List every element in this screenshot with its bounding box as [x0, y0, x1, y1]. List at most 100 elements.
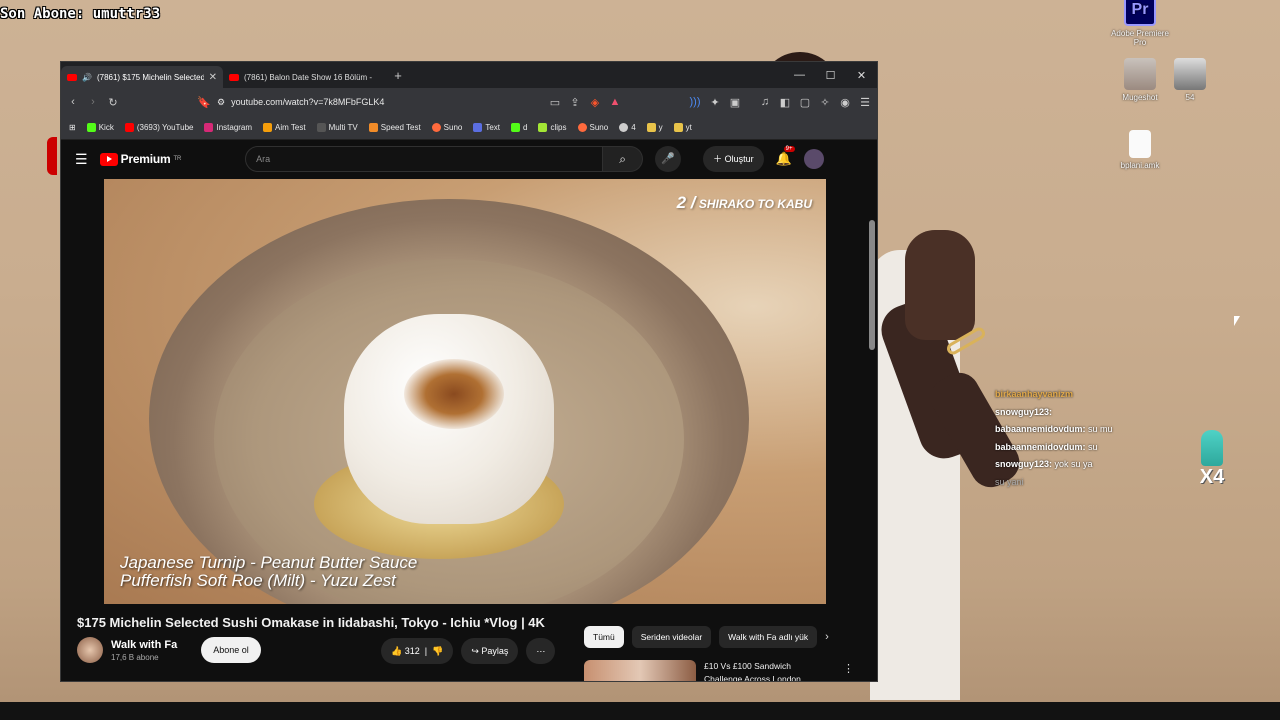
- nav-bar: ‹ › ↻ 🔖 ⚙ youtube.com/watch?v=7k8MFbFGLK…: [61, 88, 877, 116]
- bookmark-item[interactable]: (3693) YouTube: [124, 123, 193, 132]
- bookmark-item[interactable]: d: [511, 123, 527, 132]
- desktop-icon-bplani[interactable]: bplani.amk: [1110, 130, 1170, 170]
- youtube-play-logo-icon: [99, 152, 118, 166]
- minimize-icon[interactable]: —: [784, 69, 815, 82]
- cast-icon[interactable]: ▭: [549, 96, 561, 109]
- last-subscriber-overlay: Son Abone: umuttr33: [0, 6, 161, 22]
- chevron-right-icon[interactable]: ›: [825, 631, 829, 643]
- emote-figure-icon: [1201, 430, 1223, 466]
- speaker-icon: 🔊: [82, 72, 92, 82]
- bookmark-item[interactable]: Suno: [431, 123, 462, 132]
- background-window-edge: [47, 137, 57, 175]
- chip-all[interactable]: Tümü: [584, 626, 624, 648]
- video-subtitles: Japanese Turnip - Peanut Butter Sauce Pu…: [120, 553, 418, 590]
- back-icon[interactable]: ‹: [67, 96, 79, 108]
- maximize-icon[interactable]: ☐: [815, 69, 846, 82]
- subscribe-button[interactable]: Abone ol: [201, 637, 261, 663]
- notifications-bell-icon[interactable]: 🔔 9+: [776, 146, 795, 167]
- tab-label: (7861) $175 Michelin Selected: [96, 72, 204, 82]
- extensions-icon[interactable]: ✦: [709, 96, 721, 109]
- recommended-title[interactable]: £10 Vs £100 Sandwich Challenge Across Lo…: [704, 660, 824, 681]
- close-tab-icon[interactable]: ✕: [209, 72, 217, 83]
- scrollbar[interactable]: [869, 220, 875, 350]
- bookmark-item[interactable]: Multi TV: [316, 123, 358, 132]
- create-button[interactable]: ＋ Oluştur: [703, 146, 764, 172]
- bookmark-item[interactable]: 4: [619, 123, 636, 132]
- extension-icon[interactable]: ▣: [729, 96, 741, 109]
- audio-icon[interactable]: ))): [689, 96, 701, 108]
- youtube-header: ☰ Premium TR Ara ⌕ 🎤 ＋ Oluştur 🔔 9+: [61, 140, 877, 178]
- chip-series[interactable]: Seriden videolar: [631, 626, 712, 648]
- more-actions-icon[interactable]: ⋯: [526, 638, 556, 664]
- video-title: $175 Michelin Selected Sushi Omakase in …: [77, 615, 545, 630]
- channel-name[interactable]: Walk with Fa: [111, 639, 177, 651]
- brave-shield-icon[interactable]: ◈: [589, 96, 601, 109]
- recommended-thumbnail[interactable]: [584, 660, 696, 681]
- chat-message: babaannemidovdum: su mu: [995, 424, 1113, 434]
- like-button[interactable]: 👍 312 | 👎: [381, 638, 454, 664]
- youtube-favicon-icon: [67, 73, 77, 81]
- share-button[interactable]: ↪ Paylaş: [461, 638, 519, 664]
- video-player[interactable]: 2 / SHIRAKO TO KABU Japanese Turnip - Pe…: [104, 179, 826, 604]
- bookmark-item[interactable]: Text: [473, 123, 500, 132]
- chip-channel[interactable]: Walk with Fa adlı yük: [719, 626, 818, 648]
- microphone-icon[interactable]: 🎤: [655, 146, 682, 172]
- menu-icon[interactable]: ☰: [859, 96, 871, 109]
- bookmark-item[interactable]: Suno: [577, 123, 608, 132]
- bookmark-item[interactable]: Instagram: [204, 123, 252, 132]
- search-placeholder: Ara: [256, 154, 271, 164]
- hamburger-menu-icon[interactable]: ☰: [75, 151, 88, 168]
- emote-counter: X4: [1196, 430, 1228, 492]
- share-icon[interactable]: ⇪: [569, 96, 581, 109]
- bookmark-folder[interactable]: y: [646, 123, 663, 132]
- search-icon[interactable]: ⌕: [603, 146, 644, 172]
- more-options-icon[interactable]: ⋮: [843, 662, 854, 675]
- apps-grid-icon[interactable]: ⊞: [69, 123, 76, 132]
- bottom-bar: [0, 702, 1280, 720]
- mouse-cursor-icon: [1234, 316, 1240, 326]
- tab-michelin[interactable]: 🔊 (7861) $175 Michelin Selected ✕: [61, 66, 223, 88]
- bookmark-item[interactable]: clips: [538, 123, 567, 132]
- youtube-page: ☰ Premium TR Ara ⌕ 🎤 ＋ Oluştur 🔔 9+ 2 / SH…: [61, 140, 877, 681]
- site-info-icon[interactable]: ⚙: [217, 97, 225, 108]
- search-input[interactable]: Ara: [245, 146, 604, 172]
- youtube-favicon-icon: [229, 73, 239, 81]
- recommended-video[interactable]: £10 Vs £100 Sandwich Challenge Across Lo…: [584, 660, 824, 681]
- bookmark-item[interactable]: Kick: [86, 123, 114, 132]
- youtube-premium-logo[interactable]: Premium TR: [99, 152, 181, 166]
- account-avatar[interactable]: [803, 149, 824, 169]
- music-icon[interactable]: ♫: [759, 96, 771, 108]
- premiere-icon: Pr: [1124, 0, 1156, 26]
- vpn-icon[interactable]: ◉: [839, 96, 851, 109]
- document-file-icon: [1129, 130, 1151, 158]
- desktop-icon-premiere[interactable]: Pr Adobe Premiere Pro: [1110, 0, 1170, 47]
- bookmark-item[interactable]: Speed Test: [368, 123, 421, 132]
- sidebar-icon[interactable]: ◧: [779, 96, 791, 109]
- chat-message: su yani: [995, 476, 1024, 487]
- address-bar[interactable]: ⚙ youtube.com/watch?v=7k8MFbFGLK4: [217, 97, 541, 108]
- video-chapter-tag: 2 / SHIRAKO TO KABU: [676, 193, 812, 212]
- bookmark-icon[interactable]: 🔖: [197, 96, 211, 109]
- browser-window: 🔊 (7861) $175 Michelin Selected ✕ (7861)…: [60, 61, 878, 682]
- reload-icon[interactable]: ↻: [107, 96, 119, 109]
- stream-chat: birkaanhayvanizm snowguy123: babaannemid…: [995, 386, 1195, 491]
- leo-icon[interactable]: ✧: [819, 96, 831, 109]
- new-tab-button[interactable]: +: [385, 68, 411, 83]
- brave-rewards-icon[interactable]: ▲: [609, 96, 621, 108]
- chat-message: snowguy123:: [995, 406, 1053, 417]
- chat-message: snowguy123: yok su ya: [995, 459, 1093, 469]
- tab-balon[interactable]: (7861) Balon Date Show 16 Bölüm -: [223, 66, 385, 88]
- url-text: youtube.com/watch?v=7k8MFbFGLK4: [231, 97, 385, 107]
- bookmark-item[interactable]: Aim Test: [263, 123, 306, 132]
- forward-icon[interactable]: ›: [87, 96, 99, 108]
- bookmark-folder[interactable]: yt: [673, 123, 692, 132]
- image-file-icon: [1124, 58, 1156, 90]
- channel-avatar[interactable]: [77, 637, 103, 663]
- video-actions: 👍 312 | 👎 ↪ Paylaş ⋯: [381, 638, 556, 664]
- tab-bar: 🔊 (7861) $175 Michelin Selected ✕ (7861)…: [61, 62, 877, 88]
- subscriber-count: 17,6 B abone: [111, 652, 159, 662]
- desktop-icon-54[interactable]: 54: [1160, 58, 1220, 102]
- desktop-icon-label: bplani.amk: [1120, 161, 1160, 170]
- close-window-icon[interactable]: ✕: [846, 69, 877, 82]
- wallet-icon[interactable]: ▢: [799, 96, 811, 109]
